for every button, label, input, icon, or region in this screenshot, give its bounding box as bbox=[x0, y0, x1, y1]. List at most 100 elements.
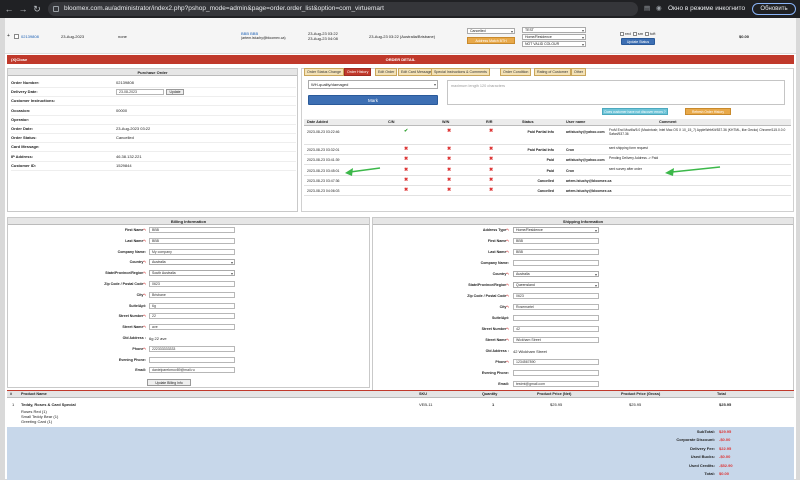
billing-field-input[interactable]: ave bbox=[149, 324, 235, 331]
shipping-field-input[interactable] bbox=[513, 260, 599, 266]
sm-check[interactable]: sm bbox=[632, 31, 643, 36]
total-label: Corporate Discount: bbox=[676, 437, 715, 443]
required-mark: *: bbox=[506, 305, 509, 309]
sidebar-icon[interactable]: ▤ bbox=[644, 3, 650, 15]
shipping-field-input[interactable] bbox=[513, 370, 599, 376]
total-label: SubTotal: bbox=[696, 429, 715, 434]
history-status: Cancelled bbox=[537, 189, 554, 193]
valid-colour-select[interactable]: NOT VALID COLOUR bbox=[522, 41, 586, 47]
delivery-date-input[interactable]: 23-08-2023 bbox=[116, 89, 164, 96]
reload-icon[interactable]: ↻ bbox=[31, 3, 43, 15]
reason-select[interactable]: WH-quality/damaged bbox=[308, 80, 438, 89]
billing-field-input[interactable]: 22 bbox=[149, 313, 235, 320]
total-value: -$52.90 bbox=[719, 462, 733, 468]
order-detail-bar: (X)Close ORDER DETAIL bbox=[7, 55, 794, 64]
required-mark: *: bbox=[143, 238, 146, 243]
tab-other[interactable]: Other bbox=[571, 68, 586, 76]
tab-order-condition[interactable]: Order Condition bbox=[500, 68, 532, 76]
billing-field-label: Country*: bbox=[130, 260, 146, 264]
tab-edit-order[interactable]: Edit Order bbox=[375, 68, 398, 76]
shipping-label-text: Zip Code / Postal Code bbox=[467, 294, 507, 298]
red-check[interactable]: red bbox=[620, 31, 631, 36]
row-checkbox-group: red sm tcft bbox=[620, 31, 655, 36]
billing-field-input[interactable]: My company bbox=[149, 248, 235, 255]
billing-field-input[interactable]: 6g bbox=[149, 302, 235, 309]
order-id-link[interactable]: 02139808 bbox=[21, 34, 39, 39]
shipping-field-label: Company Name: bbox=[481, 261, 509, 265]
back-icon[interactable]: ← bbox=[3, 3, 15, 15]
tab-order-status-change[interactable]: Order Status Change bbox=[304, 68, 344, 76]
required-mark: *: bbox=[143, 325, 146, 330]
shipping-field-input[interactable]: 42 bbox=[513, 326, 599, 332]
shipping-field-select[interactable]: Queensland bbox=[513, 282, 599, 288]
status-select[interactable]: Cancelled bbox=[467, 28, 515, 34]
shipping-field-input[interactable] bbox=[513, 315, 599, 321]
required-mark: *: bbox=[143, 292, 146, 297]
billing-field-text: 6g 22 ave bbox=[149, 336, 167, 341]
shipping-field-select[interactable]: Home/Residence bbox=[513, 227, 599, 233]
tab-edit-card-message[interactable]: Edit Card Message bbox=[398, 68, 435, 76]
mark-button[interactable]: Mark bbox=[308, 95, 438, 105]
billing-field-label: Evening Phone: bbox=[119, 358, 146, 362]
forward-icon[interactable]: → bbox=[17, 3, 29, 15]
test-select[interactable]: TEST bbox=[522, 27, 586, 33]
billing-field-input[interactable]: danielparekmov89@mail.ru bbox=[149, 367, 235, 374]
billing-field-label: Company Name: bbox=[118, 250, 146, 254]
billing-field-input[interactable] bbox=[149, 356, 235, 363]
address-bar[interactable]: bloomex.com.au/administrator/index2.php?… bbox=[48, 2, 638, 16]
shipping-label-text: Old Address : bbox=[485, 349, 509, 353]
address-match-button[interactable]: Address Match BTH bbox=[467, 37, 515, 44]
row-checkbox[interactable] bbox=[14, 34, 19, 39]
incognito-label: Окно в режиме инкогнито bbox=[668, 5, 746, 12]
address-type-select[interactable]: Home/Residence bbox=[522, 34, 586, 40]
history-comment: Pending Delivery Address -> Paid bbox=[609, 156, 659, 161]
browser-update-button[interactable]: Обновить bbox=[752, 3, 796, 15]
shipping-field-input[interactable]: BBB bbox=[513, 249, 599, 255]
billing-field-row: First Name*: BBB bbox=[8, 227, 371, 238]
history-user: artlstuchy@yahoo.com bbox=[566, 130, 605, 134]
shipping-field-input[interactable]: 1234567890 bbox=[513, 359, 599, 365]
shipping-field-input[interactable]: Rosemartel bbox=[513, 304, 599, 310]
update-billing-button[interactable]: Update Billing Info bbox=[147, 379, 191, 386]
shipping-field-label: First Name*: bbox=[488, 239, 509, 243]
shipping-field-input[interactable]: testmt@gmail.com bbox=[513, 381, 599, 387]
tab-rating-of-customer[interactable]: Rating of Customer bbox=[534, 68, 571, 76]
update-status-button[interactable]: Update Status bbox=[621, 38, 655, 45]
billing-field-input[interactable]: 222333333333 bbox=[149, 345, 235, 352]
billing-field-input[interactable]: 0623 bbox=[149, 281, 235, 287]
total-label: Used Bucks: bbox=[690, 454, 715, 460]
product-qty: 1 bbox=[492, 402, 495, 407]
product-sku: VEB-11 bbox=[419, 402, 433, 407]
tab-special-instructions[interactable]: Special Instructions & Comments bbox=[431, 68, 490, 76]
billing-field-select[interactable]: South Australia bbox=[149, 270, 235, 277]
tcft-check[interactable]: tcft bbox=[645, 31, 655, 36]
cross-icon: ✖ bbox=[404, 156, 409, 163]
billing-field-input[interactable]: BBB bbox=[149, 227, 235, 233]
tab-order-history[interactable]: Order History bbox=[344, 68, 372, 76]
history-user: artlstuchy@yahoo.com bbox=[566, 158, 605, 163]
refresh-history-button[interactable]: Refresh Order History bbox=[685, 108, 731, 115]
billing-field-select[interactable]: Australia bbox=[149, 259, 235, 266]
shipping-field-input[interactable]: 0623 bbox=[513, 293, 599, 299]
expand-icon[interactable]: + bbox=[7, 33, 10, 39]
cross-icon: ✖ bbox=[447, 128, 452, 134]
delivery-date-update-button[interactable]: Update bbox=[166, 89, 184, 96]
billing-field-input[interactable]: Brisbane bbox=[149, 291, 235, 298]
did-customer-button[interactable]: Does customer have not discover errors ? bbox=[602, 108, 668, 115]
history-status: Paid bbox=[546, 168, 554, 173]
history-date: 2023-08-23 03:22:46 bbox=[307, 130, 340, 134]
billing-field-input[interactable]: BBB bbox=[149, 237, 235, 244]
shipping-field-input[interactable]: BBB bbox=[513, 238, 599, 244]
comment-textarea[interactable]: maximum length 120 characters bbox=[447, 80, 785, 105]
url-text: bloomex.com.au/administrator/index2.php?… bbox=[64, 5, 384, 12]
shipping-field-input[interactable]: Wickham Street bbox=[513, 337, 599, 343]
hdr-cn: C/N bbox=[388, 120, 395, 124]
total-label: Delivery Fee: bbox=[690, 445, 715, 451]
billing-field-label: Old Address : bbox=[123, 336, 146, 340]
shipping-field-label: Street Name*: bbox=[485, 338, 509, 342]
order-detail-title: ORDER DETAIL bbox=[385, 57, 416, 62]
total-value: $29.95 bbox=[719, 429, 732, 434]
po-field-row: Card Message: bbox=[11, 143, 296, 153]
history-date: 2023-08-23 03:41:39 bbox=[307, 158, 340, 163]
shipping-field-select[interactable]: Australia bbox=[513, 271, 599, 277]
